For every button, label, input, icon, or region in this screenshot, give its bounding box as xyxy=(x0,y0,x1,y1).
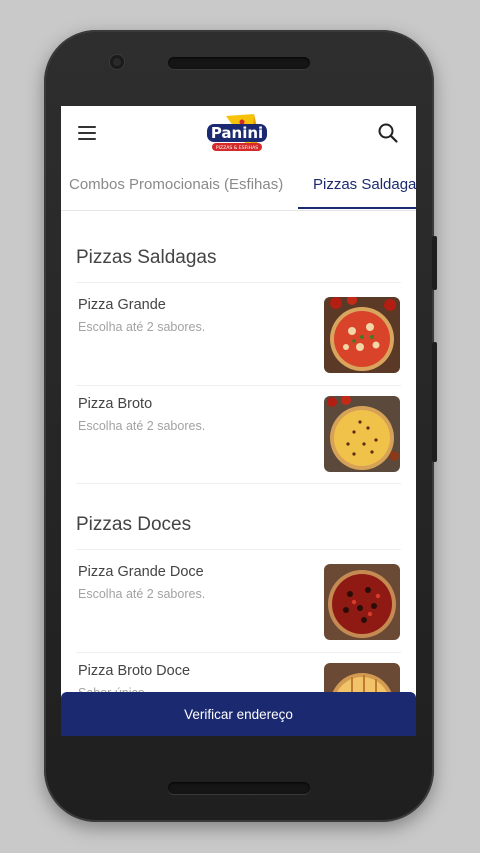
front-camera xyxy=(110,55,124,69)
tab-pizzas-saldagas[interactable]: Pizzas Saldagas xyxy=(313,176,416,193)
tab-combos-promocionais[interactable]: Combos Promocionais (Esfihas) xyxy=(69,176,283,193)
app-bar: Panini PIZZAS & ESFIHAS xyxy=(61,106,416,162)
bottom-speaker xyxy=(168,782,310,794)
item-name: Pizza Grande Doce xyxy=(78,564,204,580)
power-button xyxy=(432,342,437,462)
pizza-thumbnail xyxy=(324,396,400,472)
svg-text:Panini: Panini xyxy=(211,124,263,142)
item-description: Escolha até 2 sabores. xyxy=(78,320,206,334)
item-name: Pizza Grande xyxy=(78,297,166,313)
item-description: Escolha até 2 sabores. xyxy=(78,587,206,601)
list-item[interactable]: Pizza Grande Escolha até 2 sabores. xyxy=(61,287,416,385)
verify-address-button[interactable]: Verificar endereço xyxy=(61,692,416,736)
divider xyxy=(76,282,401,283)
item-name: Pizza Broto Doce xyxy=(78,663,191,679)
list-item[interactable]: Pizza Broto Escolha até 2 sabores. xyxy=(61,386,416,484)
panini-logo: Panini PIZZAS & ESFIHAS xyxy=(207,114,267,151)
hamburger-menu-icon[interactable] xyxy=(78,126,96,140)
svg-text:PIZZAS & ESFIHAS: PIZZAS & ESFIHAS xyxy=(216,145,258,151)
item-description: Escolha até 2 sabores. xyxy=(78,419,206,433)
section-title: Pizzas Doces xyxy=(76,514,192,535)
earpiece-speaker xyxy=(168,57,310,69)
search-icon[interactable] xyxy=(377,122,399,144)
section-title: Pizzas Saldagas xyxy=(76,247,217,268)
category-tabs: Combos Promocionais (Esfihas) Pizzas Sal… xyxy=(61,166,416,211)
divider xyxy=(76,549,401,550)
list-item[interactable]: Pizza Grande Doce Escolha até 2 sabores. xyxy=(61,554,416,652)
app-screen: Panini PIZZAS & ESFIHAS Combos Promocion… xyxy=(61,106,416,736)
pizza-thumbnail xyxy=(324,564,400,640)
item-name: Pizza Broto xyxy=(78,396,153,412)
pizza-thumbnail xyxy=(324,297,400,373)
active-tab-indicator xyxy=(298,207,416,209)
volume-button xyxy=(432,236,437,290)
divider xyxy=(76,483,401,484)
